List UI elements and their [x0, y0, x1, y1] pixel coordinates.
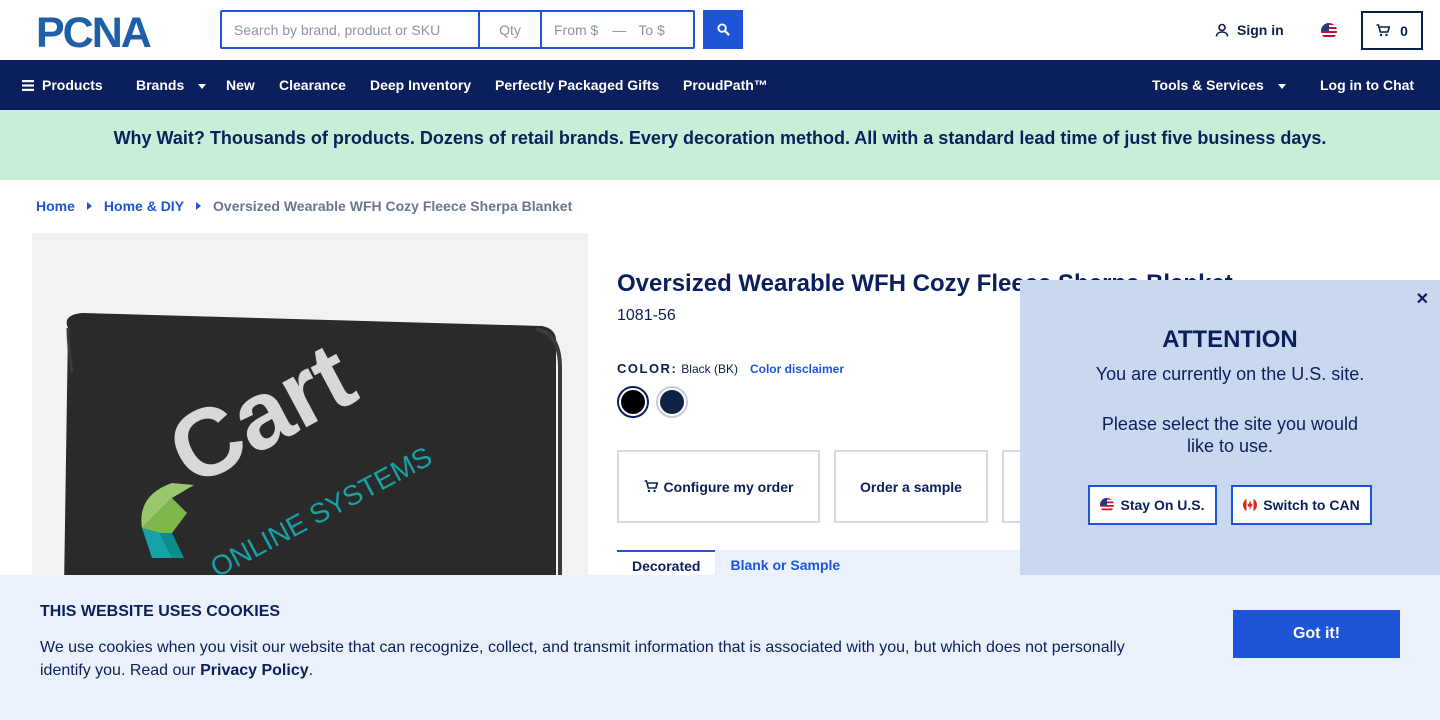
nav-brands-label: Brands: [136, 77, 185, 93]
cookie-accept-button[interactable]: Got it!: [1233, 610, 1400, 658]
nav-proudpath[interactable]: ProudPath™: [683, 60, 768, 110]
nav-new[interactable]: New: [226, 60, 255, 110]
swatch-black[interactable]: [617, 386, 649, 418]
price-to-input[interactable]: To $: [638, 22, 664, 38]
nav-deep-inventory-label: Deep Inventory: [370, 77, 472, 93]
user-icon: [1215, 23, 1229, 37]
top-bar: PCNA Search by brand, product or SKU Qty…: [0, 0, 1440, 60]
region-popup: ✕ ATTENTION You are currently on the U.S…: [1020, 280, 1440, 580]
nav-clearance[interactable]: Clearance: [279, 60, 346, 110]
nav-new-label: New: [226, 77, 255, 93]
cart-button[interactable]: 0: [1361, 11, 1423, 50]
breadcrumb-home[interactable]: Home: [36, 198, 75, 214]
swatch-navy[interactable]: [656, 386, 688, 418]
region-popup-prompt: Please select the site you would like to…: [1101, 414, 1359, 456]
nav-deep-inventory[interactable]: Deep Inventory: [370, 60, 471, 110]
product-sku: 1081-56: [617, 307, 676, 324]
configure-order-label: Configure my order: [663, 478, 794, 495]
chevron-down-icon: [1277, 83, 1286, 89]
sign-in-label: Sign in: [1237, 22, 1284, 38]
cookie-banner: THIS WEBSITE USES COOKIES We use cookies…: [0, 575, 1440, 720]
search-bar: Search by brand, product or SKU Qty From…: [220, 10, 695, 49]
cart-count: 0: [1400, 22, 1408, 39]
nav-perfectly-packaged[interactable]: Perfectly Packaged Gifts: [495, 60, 659, 110]
region-popup-title: ATTENTION: [1162, 326, 1298, 353]
cookie-title: THIS WEBSITE USES COOKIES: [40, 603, 281, 620]
nav-products[interactable]: Products: [22, 60, 103, 110]
nav-chat-login[interactable]: Log in to Chat: [1320, 60, 1414, 110]
price-range: From $ — To $: [542, 12, 693, 47]
us-flag-icon[interactable]: [1321, 23, 1337, 39]
main-nav: Products Brands New Clearance Deep Inven…: [0, 60, 1440, 110]
nav-chat-label: Log in to Chat: [1320, 77, 1415, 93]
breadcrumb-arrow-icon: [196, 202, 202, 210]
cookie-text: We use cookies when you visit our websit…: [40, 636, 1150, 682]
us-flag-icon: [1100, 498, 1115, 512]
nav-brands[interactable]: Brands: [136, 60, 207, 110]
color-value: Black (BK): [681, 361, 738, 376]
chevron-down-icon: [198, 83, 207, 89]
canada-flag-icon: [1243, 498, 1258, 512]
logo-text: PCNA: [36, 12, 151, 50]
close-icon[interactable]: ✕: [1416, 289, 1429, 309]
color-label: COLOR:: [617, 361, 678, 376]
color-info: COLOR: Black (BK) Color disclaimer: [617, 361, 844, 376]
swatch-black-fill: [621, 390, 645, 414]
nav-clearance-label: Clearance: [279, 77, 346, 93]
nav-proudpath-label: ProudPath™: [683, 77, 768, 93]
search-button[interactable]: [703, 10, 743, 49]
nav-products-label: Products: [42, 77, 103, 93]
tab-blank-sample-label: Blank or Sample: [730, 557, 841, 573]
promo-banner-text: Why Wait? Thousands of products. Dozens …: [113, 127, 1327, 148]
range-dash: —: [612, 21, 627, 38]
order-sample-label: Order a sample: [860, 478, 962, 495]
configure-order-button[interactable]: Configure my order: [617, 450, 820, 523]
switch-can-button[interactable]: Switch to CAN: [1231, 485, 1372, 525]
search-icon: [716, 23, 730, 36]
pcna-logo[interactable]: PCNA: [36, 12, 184, 50]
color-disclaimer-link[interactable]: Color disclaimer: [750, 362, 844, 376]
stay-us-label: Stay On U.S.: [1120, 497, 1205, 513]
swatch-navy-fill: [660, 390, 684, 414]
nav-perfectly-packaged-label: Perfectly Packaged Gifts: [495, 77, 660, 93]
qty-input[interactable]: Qty: [480, 12, 542, 47]
breadcrumb-arrow-icon: [86, 202, 92, 210]
region-popup-message: You are currently on the U.S. site.: [1095, 364, 1365, 384]
order-sample-button[interactable]: Order a sample: [834, 450, 988, 523]
promo-banner: Why Wait? Thousands of products. Dozens …: [0, 110, 1440, 180]
breadcrumb-category[interactable]: Home & DIY: [104, 198, 184, 214]
cart-icon: [1376, 24, 1391, 37]
switch-can-label: Switch to CAN: [1263, 497, 1360, 513]
breadcrumb-current: Oversized Wearable WFH Cozy Fleece Sherp…: [213, 198, 573, 214]
price-from-input[interactable]: From $: [554, 22, 598, 38]
hamburger-icon: [22, 79, 34, 91]
cart-icon: [644, 480, 658, 493]
breadcrumb: Home Home & DIY Oversized Wearable WFH C…: [36, 198, 572, 214]
stay-us-button[interactable]: Stay On U.S.: [1088, 485, 1217, 525]
nav-tools-services-label: Tools & Services: [1152, 77, 1264, 93]
tab-decorated-label: Decorated: [632, 558, 701, 574]
sign-in-link[interactable]: Sign in: [1215, 22, 1284, 38]
cookie-end: .: [308, 662, 314, 679]
cookie-accept-label: Got it!: [1292, 625, 1341, 642]
search-input[interactable]: Search by brand, product or SKU: [222, 12, 480, 47]
nav-tools-services[interactable]: Tools & Services: [1152, 60, 1286, 110]
privacy-policy-link[interactable]: Privacy Policy: [200, 662, 309, 679]
